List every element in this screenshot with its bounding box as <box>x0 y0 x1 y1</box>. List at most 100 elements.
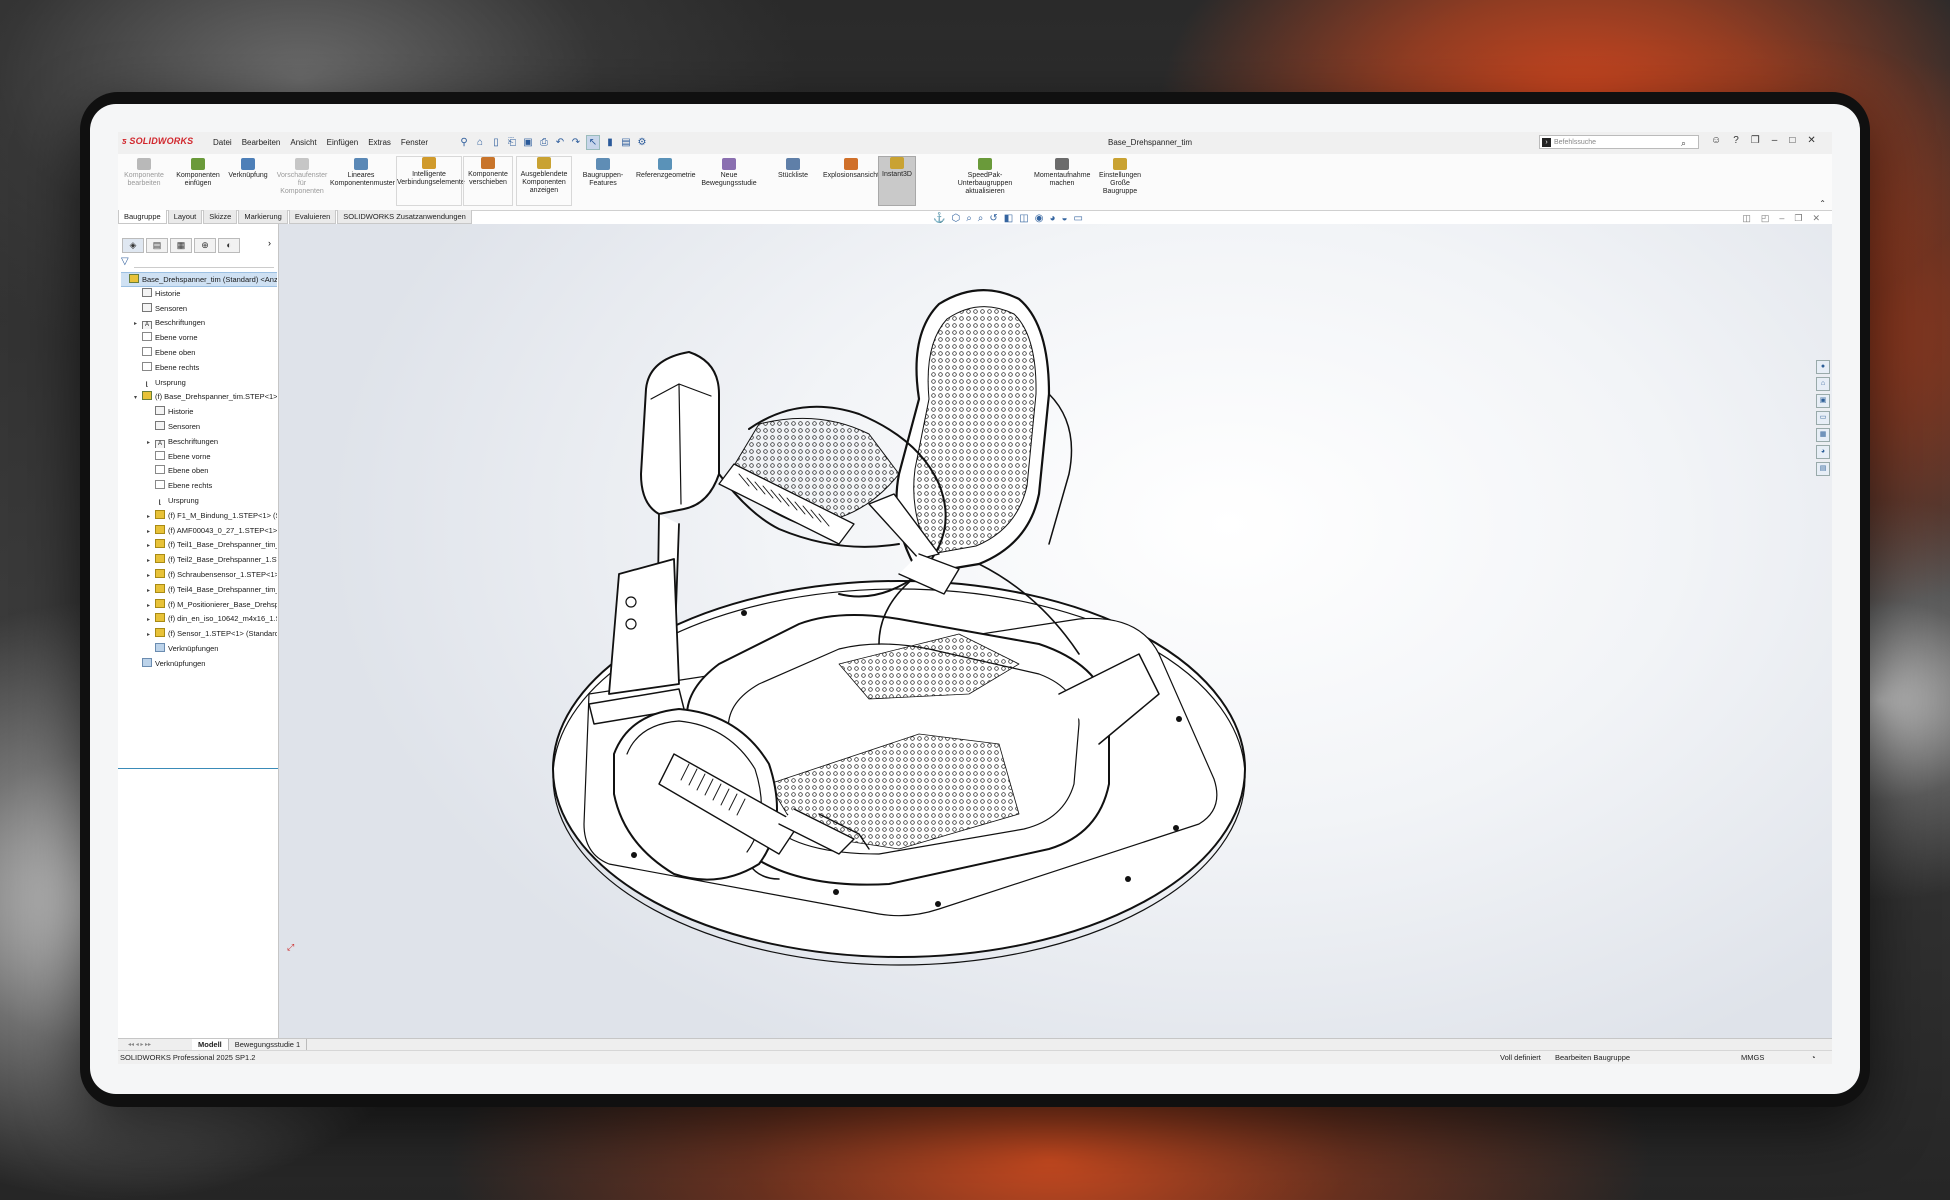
section-view-icon[interactable]: ◧ <box>1004 213 1013 224</box>
display-style-icon[interactable]: ⬡ <box>951 213 960 224</box>
appearances-icon[interactable]: ▦ <box>1816 428 1830 442</box>
ribbon-button-12[interactable]: Explosionsansicht <box>823 158 879 180</box>
menu-item-3[interactable]: Einfügen <box>327 138 359 147</box>
menu-item-0[interactable]: Datei <box>213 138 232 147</box>
split-view-icon[interactable]: ◫ <box>1742 213 1751 224</box>
view-cube-icon[interactable]: ◫ <box>1019 213 1028 224</box>
menu-item-4[interactable]: Extras <box>368 138 391 147</box>
expand-chevron-icon[interactable]: ▸ <box>147 614 155 625</box>
scene-icon[interactable]: ◒ <box>1061 213 1067 224</box>
tree-node-16[interactable]: ▸ (f) F1_M_Bindung_1.STEP<1> (S <box>147 509 277 522</box>
tree-node-5[interactable]: Ebene oben <box>134 346 277 359</box>
ribbon-button-0[interactable]: Komponente bearbeiten <box>120 158 168 188</box>
expand-chevron-icon[interactable]: ▸ <box>147 526 155 537</box>
filter-icon[interactable]: ▽ <box>121 256 129 267</box>
library-icon[interactable]: ▤ <box>1816 462 1830 476</box>
restore-icon[interactable]: ❐ <box>1751 135 1760 146</box>
expand-chevron-icon[interactable]: ▸ <box>147 555 155 566</box>
zoom-area-icon[interactable]: ⌕ <box>978 213 984 224</box>
more-tabs-chevron-icon[interactable]: › <box>268 238 271 248</box>
ribbon-button-7[interactable]: Ausgeblendete Komponenten anzeigen <box>516 156 572 206</box>
viewport-minimize-icon[interactable]: – <box>1779 213 1784 224</box>
help-icon[interactable]: ? <box>1733 135 1739 146</box>
tree-node-17[interactable]: ▸ (f) AMF00043_0_27_1.STEP<1> ( <box>147 524 277 537</box>
tree-node-14[interactable]: Ebene rechts <box>147 479 277 492</box>
tree-node-2[interactable]: Sensoren <box>134 302 277 315</box>
menu-item-5[interactable]: Fenster <box>401 138 428 147</box>
tree-node-24[interactable]: ▸ (f) Sensor_1.STEP<1> (Standard <box>147 627 277 640</box>
pin-icon[interactable]: ⚲ <box>458 136 470 149</box>
search-input[interactable]: Befehlssuche <box>1554 139 1596 146</box>
select-cursor-icon[interactable]: ↖ <box>586 135 600 150</box>
binding-model-drawing[interactable] <box>279 224 1832 1038</box>
expand-chevron-icon[interactable]: ▸ <box>147 600 155 611</box>
ribbon-button-1[interactable]: Komponenten einfügen <box>173 158 223 188</box>
ribbon-button-2[interactable]: Verknüpfung <box>226 158 270 180</box>
expand-chevron-icon[interactable]: ▸ <box>147 511 155 522</box>
new-document-icon[interactable]: ▯ <box>490 136 502 149</box>
tree-node-13[interactable]: Ebene oben <box>147 464 277 477</box>
tree-node-23[interactable]: ▸ (f) din_en_iso_10642_m4x16_1.S <box>147 612 277 625</box>
file-properties-icon[interactable]: ▤ <box>620 136 632 149</box>
tree-node-7[interactable]: ⌊ Ursprung <box>134 376 277 389</box>
hide-show-icon[interactable]: ◉ <box>1035 213 1044 224</box>
expand-chevron-icon[interactable]: ▾ <box>134 392 142 403</box>
ribbon-button-3[interactable]: Vorschaufenster für Komponenten <box>276 158 328 196</box>
ribbon-button-16[interactable]: Einstellungen Große Baugruppe <box>1093 158 1147 196</box>
zoom-fit-icon[interactable]: ⌕ <box>966 213 972 224</box>
tree-node-8[interactable]: ▾ (f) Base_Drehspanner_tim.STEP<1> < <box>134 390 277 403</box>
status-options-icon[interactable]: ◔ <box>1811 1051 1816 1064</box>
rebuild-icon[interactable]: ▮ <box>604 136 616 149</box>
ribbon-button-14[interactable]: SpeedPak-Unterbaugruppen aktualisieren <box>942 158 1028 196</box>
command-tab-5[interactable]: SOLIDWORKS Zusatzanwendungen <box>337 210 472 224</box>
save-icon[interactable]: ▣ <box>522 136 534 149</box>
print-icon[interactable]: ⎙ <box>538 136 550 149</box>
user-icon[interactable]: ☺ <box>1711 135 1721 146</box>
previous-view-icon[interactable]: ↺ <box>989 213 997 224</box>
display-manager-tab-icon[interactable]: ◐ <box>218 238 240 253</box>
expand-chevron-icon[interactable]: ▸ <box>147 540 155 551</box>
dimxpert-tab-icon[interactable]: ⊕ <box>194 238 216 253</box>
open-icon[interactable]: ⎗ <box>506 136 518 149</box>
menu-item-1[interactable]: Bearbeiten <box>242 138 281 147</box>
view-orientation-icon[interactable]: ⚓ <box>933 213 945 224</box>
ribbon-button-11[interactable]: Stückliste <box>768 158 818 180</box>
expand-chevron-icon[interactable]: ▸ <box>134 318 142 329</box>
tree-node-21[interactable]: ▸ (f) Teil4_Base_Drehspanner_tim_ <box>147 583 277 596</box>
minimize-icon[interactable]: – <box>1772 135 1778 146</box>
view-palette-icon[interactable]: ▭ <box>1816 411 1830 425</box>
ribbon-button-4[interactable]: Lineares Komponentenmuster <box>330 158 395 188</box>
command-tab-4[interactable]: Evaluieren <box>288 210 337 224</box>
tree-node-22[interactable]: ▸ (f) M_Positionierer_Base_Drehsp <box>147 598 277 611</box>
tree-node-15[interactable]: ⌊ Ursprung <box>147 494 277 507</box>
ribbon-button-10[interactable]: Neue Bewegungsstudie <box>698 158 760 188</box>
viewport-restore-icon[interactable]: ◰ <box>1761 213 1770 224</box>
tree-filter-input[interactable] <box>134 256 274 268</box>
tree-node-9[interactable]: Historie <box>147 405 277 418</box>
expand-chevron-icon[interactable]: ▸ <box>147 585 155 596</box>
home-icon[interactable]: ⌂ <box>474 136 486 149</box>
tree-node-25[interactable]: Verknüpfungen <box>147 642 277 655</box>
maximize-icon[interactable]: □ <box>1789 135 1795 146</box>
tree-node-0[interactable]: Base_Drehspanner_tim (Standard) <Anze <box>121 272 277 287</box>
expand-chevron-icon[interactable]: ▸ <box>147 437 155 448</box>
undo-icon[interactable]: ↶ <box>554 136 566 149</box>
ribbon-button-5[interactable]: Intelligente Verbindungselemente <box>396 156 465 206</box>
tree-node-3[interactable]: ▸ A Beschriftungen <box>134 316 277 330</box>
command-tab-2[interactable]: Skizze <box>203 210 238 224</box>
file-explorer-icon[interactable]: ▣ <box>1816 394 1830 408</box>
menu-item-2[interactable]: Ansicht <box>290 138 316 147</box>
command-tab-1[interactable]: Layout <box>167 210 203 224</box>
design-library-icon[interactable]: ⌂ <box>1816 377 1830 391</box>
property-manager-tab-icon[interactable]: ▤ <box>146 238 168 253</box>
feature-manager-tab-icon[interactable]: ◈ <box>122 238 144 253</box>
appearance-icon[interactable]: ◕ <box>1049 213 1055 224</box>
tree-node-12[interactable]: Ebene vorne <box>147 450 277 463</box>
tree-node-19[interactable]: ▸ (f) Teil2_Base_Drehspanner_1.ST <box>147 553 277 566</box>
command-tab-3[interactable]: Markierung <box>238 210 288 224</box>
resources-icon[interactable]: ● <box>1816 360 1830 374</box>
tree-node-26[interactable]: Verknüpfungen <box>134 657 277 670</box>
view-settings-icon[interactable]: ▭ <box>1074 213 1083 224</box>
ribbon-button-13[interactable]: Instant3D <box>878 156 916 206</box>
custom-properties-icon[interactable]: ◕ <box>1816 445 1830 459</box>
